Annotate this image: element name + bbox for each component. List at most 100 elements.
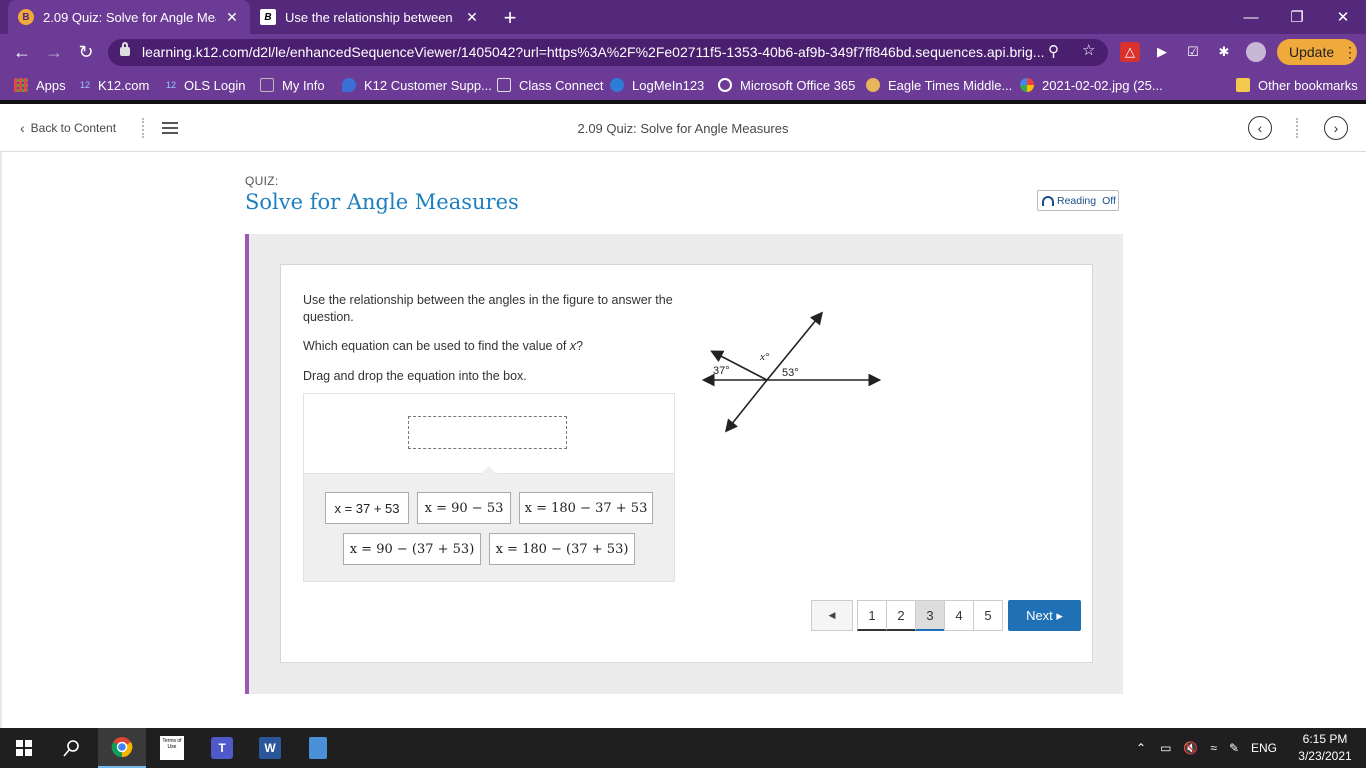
- screencast-extension-icon[interactable]: ▶: [1152, 42, 1172, 62]
- clock-time: 6:15 PM: [1302, 732, 1348, 746]
- acrobat-extension-icon[interactable]: △: [1120, 42, 1140, 62]
- page-title: 2.09 Quiz: Solve for Angle Measures: [577, 121, 789, 136]
- page-button-5[interactable]: 5: [973, 600, 1003, 631]
- url-bar[interactable]: learning.k12.com/d2l/le/enhancedSequence…: [108, 39, 1108, 66]
- terms-of-use-app-icon[interactable]: Terms of Use: [148, 728, 196, 768]
- question-instruction: Use the relationship between the angles …: [303, 293, 673, 324]
- bookmark-ols-login[interactable]: 12 OLS Login: [166, 70, 245, 100]
- language-indicator[interactable]: ENG: [1251, 741, 1277, 755]
- address-toolbar: ← → ↻ learning.k12.com/d2l/le/enhancedSe…: [0, 34, 1366, 70]
- apps-grid-icon: [14, 78, 28, 92]
- minimize-icon[interactable]: —: [1228, 0, 1274, 34]
- option-tile-1[interactable]: x = 37 + 53: [325, 492, 409, 524]
- quiz-label: QUIZ:: [245, 174, 279, 188]
- page-button-2[interactable]: 2: [886, 600, 916, 631]
- tab-title: 2.09 Quiz: Solve for Angle Measu: [43, 9, 216, 25]
- k12-icon: 12: [166, 80, 177, 90]
- tab-question[interactable]: B Use the relationship between the ✕: [250, 0, 490, 34]
- option-tile-5[interactable]: x = 180 − (37 + 53): [489, 533, 635, 565]
- headphones-icon: [1042, 195, 1054, 206]
- bookmarks-bar: Apps 12 K12.com 12 OLS Login My Info K12…: [0, 70, 1366, 100]
- angle-label-37: 37°: [713, 365, 730, 377]
- calculator-icon[interactable]: [294, 728, 342, 768]
- reading-state: Off: [1102, 194, 1116, 207]
- question-pager: ◀ 1 2 3 4 5: [811, 600, 1003, 631]
- drag-instruction: Drag and drop the equation into the box.: [303, 369, 527, 383]
- clock[interactable]: 6:15 PM 3/23/2021: [1290, 731, 1360, 765]
- option-tile-4[interactable]: x = 90 − (37 + 53): [343, 533, 481, 565]
- question-text: Which equation can be used to find the v…: [303, 339, 584, 353]
- bookmark-class-connect[interactable]: Class Connect: [497, 70, 604, 100]
- angle-label-53: 53°: [782, 367, 799, 379]
- next-button[interactable]: Next ▸: [1008, 600, 1081, 631]
- option-tile-3[interactable]: x = 180 − 37 + 53: [519, 492, 653, 524]
- reload-icon[interactable]: ↻: [74, 40, 98, 64]
- brainly-favicon-icon: B: [18, 9, 34, 25]
- logmein-icon: [610, 78, 624, 92]
- clock-date: 3/23/2021: [1298, 749, 1352, 763]
- previous-question-button[interactable]: ◀: [811, 600, 853, 631]
- word-icon[interactable]: W: [246, 728, 294, 768]
- restore-icon[interactable]: ❐: [1274, 0, 1320, 34]
- menu-kebab-icon[interactable]: ⋮: [1343, 39, 1357, 65]
- brainly-b-favicon-icon: B: [260, 9, 276, 25]
- bookmark-k12[interactable]: 12 K12.com: [80, 70, 149, 100]
- tab-title: Use the relationship between the: [285, 9, 456, 25]
- globe-icon: [718, 78, 732, 92]
- quiz-title: Solve for Angle Measures: [245, 190, 519, 214]
- update-button[interactable]: Update ⋮: [1277, 39, 1357, 65]
- pocket-extension-icon[interactable]: ☑: [1183, 42, 1203, 62]
- bookmark-star-icon[interactable]: ☆: [1082, 41, 1095, 59]
- wifi-icon[interactable]: ≈: [1210, 741, 1217, 755]
- reading-label: Reading: [1057, 194, 1097, 207]
- windows-taskbar: Terms of Use T W ⌃ ▭ 🔇 ≈ ✎ ENG 6:15 PM 3…: [0, 728, 1366, 768]
- close-tab-icon[interactable]: ✕: [464, 9, 480, 26]
- search-icon[interactable]: [48, 728, 96, 768]
- reading-toggle-button[interactable]: Reading Off: [1037, 190, 1119, 211]
- search-icon[interactable]: ⚲: [1048, 42, 1059, 60]
- bookmark-eagle-times[interactable]: Eagle Times Middle...: [866, 70, 1012, 100]
- next-topic-icon[interactable]: ›: [1324, 116, 1348, 140]
- url-text: learning.k12.com/d2l/le/enhancedSequence…: [142, 44, 1045, 60]
- bookmark-image-file[interactable]: 2021-02-02.jpg (25...: [1020, 70, 1163, 100]
- tab-quiz[interactable]: B 2.09 Quiz: Solve for Angle Measu ✕: [8, 0, 250, 34]
- chevron-up-icon[interactable]: ⌃: [1136, 741, 1146, 755]
- photos-pinwheel-icon: [1020, 78, 1034, 92]
- start-windows-icon[interactable]: [0, 728, 48, 768]
- angle-label-x: x°: [759, 351, 770, 363]
- bookmark-my-info[interactable]: My Info: [260, 70, 325, 100]
- forward-arrow-icon[interactable]: →: [42, 40, 66, 64]
- answer-options-tray: [303, 473, 675, 582]
- bookmark-apps[interactable]: Apps: [14, 70, 66, 100]
- bookmark-other[interactable]: Other bookmarks: [1236, 70, 1358, 100]
- extensions-puzzle-icon[interactable]: ✱: [1214, 42, 1234, 62]
- previous-topic-icon[interactable]: ‹: [1248, 116, 1272, 140]
- back-arrow-icon[interactable]: ←: [10, 40, 34, 64]
- page-button-3[interactable]: 3: [915, 600, 945, 631]
- pen-icon[interactable]: ✎: [1229, 741, 1239, 755]
- cursor-icon: [260, 78, 274, 92]
- profile-avatar-icon[interactable]: [1246, 42, 1266, 62]
- volume-mute-icon[interactable]: 🔇: [1183, 741, 1198, 755]
- page-button-1[interactable]: 1: [857, 600, 887, 631]
- bookmark-k12-support[interactable]: K12 Customer Supp...: [342, 70, 492, 100]
- divider: [0, 152, 2, 728]
- chrome-taskbar-icon[interactable]: [98, 728, 146, 768]
- battery-icon[interactable]: ▭: [1160, 741, 1171, 755]
- lock-icon: [120, 42, 130, 56]
- page-button-4[interactable]: 4: [944, 600, 974, 631]
- bookmark-logmein[interactable]: LogMeIn123: [610, 70, 704, 100]
- folder-icon: [1236, 78, 1250, 92]
- tray-notch: [481, 466, 497, 474]
- close-window-icon[interactable]: ✕: [1320, 0, 1366, 34]
- divider: [1296, 118, 1298, 138]
- lms-header: ‹ Back to Content 2.09 Quiz: Solve for A…: [0, 104, 1366, 152]
- close-tab-icon[interactable]: ✕: [224, 9, 240, 26]
- new-tab-button[interactable]: +: [500, 5, 520, 31]
- answer-drop-box[interactable]: [408, 416, 567, 449]
- teams-icon[interactable]: T: [198, 728, 246, 768]
- ray-lower-left: [725, 379, 768, 433]
- bookmark-office365[interactable]: Microsoft Office 365: [718, 70, 855, 100]
- option-tile-2[interactable]: x = 90 − 53: [417, 492, 511, 524]
- chat-bubble-icon: [342, 78, 356, 92]
